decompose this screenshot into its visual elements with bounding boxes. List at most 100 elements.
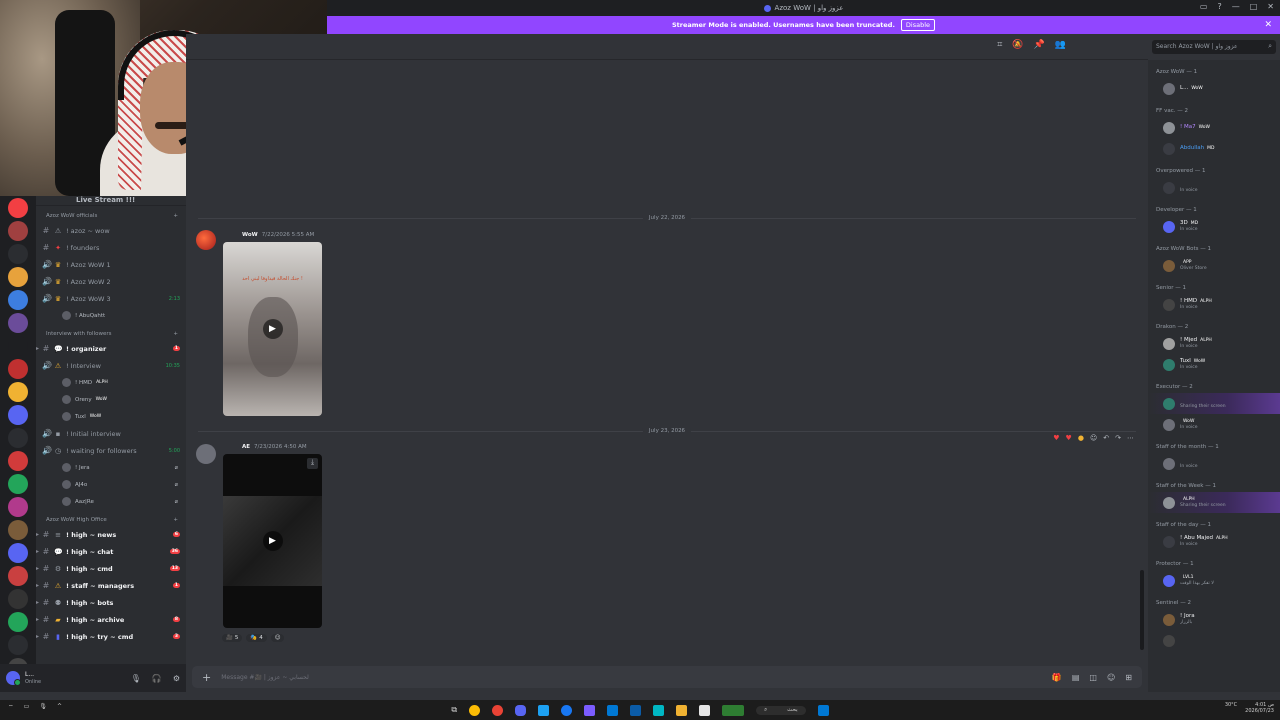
member-item[interactable]: LVL1 لا تفكر بهذا الوقت (1148, 570, 1280, 591)
member-item[interactable]: APP Oliver Store (1148, 255, 1280, 276)
heart-reaction-icon-2[interactable]: ♥ (1066, 434, 1072, 442)
channel-organizer[interactable]: ▸ # 💬! organizer 1 (36, 340, 186, 357)
channel-interview[interactable]: 🔊 ⚠ ! Interview 10:35 (36, 357, 186, 374)
category-interview[interactable]: Interview with followers + (36, 324, 186, 340)
server-icon[interactable] (8, 382, 28, 402)
facebook-icon[interactable] (561, 704, 573, 716)
browser-icon[interactable] (492, 704, 504, 716)
scrollbar-thumb[interactable] (1140, 570, 1144, 650)
channel-high-cmd[interactable]: ▸ # ⚙ ! high ~ cmd 13 (36, 560, 186, 577)
server-icon[interactable] (8, 198, 28, 218)
member-item[interactable]: 3D MD In voice (1148, 216, 1280, 237)
wifi-icon[interactable]: ⌔ (8, 703, 14, 711)
more-icon[interactable]: ⋯ (1127, 434, 1134, 442)
voice-user[interactable]: ! HMD ALPH (36, 374, 186, 391)
app-icon[interactable] (653, 704, 665, 716)
add-channel-icon[interactable]: + (173, 213, 178, 219)
threads-icon[interactable]: ⌗ (997, 40, 1002, 50)
telegram-icon[interactable] (538, 704, 550, 716)
voice-user[interactable]: ! AbuQahtt (36, 307, 186, 324)
channel-azoz-wow-3[interactable]: 🔊 ♛ ! Azoz WoW 3 2:13 (36, 290, 186, 307)
emoji-reaction-icon[interactable]: ● (1078, 434, 1084, 442)
reaction-chip[interactable]: 🎥 5 (222, 634, 243, 642)
message-avatar[interactable] (196, 444, 216, 464)
inbox-icon[interactable]: ▭ (1200, 2, 1208, 11)
mail-icon[interactable] (607, 704, 619, 716)
server-icon[interactable] (8, 612, 28, 632)
play-icon[interactable]: ▶ (262, 319, 283, 339)
add-reaction-button[interactable]: ☺ (270, 634, 285, 642)
gift-icon[interactable]: 🎁 (1052, 673, 1062, 682)
voice-user[interactable]: Tuxl WoW (36, 408, 186, 425)
taskbar-search[interactable]: ⌕ بحث (756, 705, 806, 715)
server-icon[interactable] (8, 428, 28, 448)
add-channel-icon[interactable]: + (173, 517, 178, 523)
search-box[interactable]: Search Azoz WoW | عزوز واو ⌕ (1152, 40, 1276, 54)
server-icon[interactable] (8, 566, 28, 586)
notepad-icon[interactable] (699, 704, 711, 716)
mic-icon[interactable]: 🎙 (39, 703, 47, 711)
maximize-button[interactable]: □ (1250, 2, 1258, 11)
forward-icon[interactable]: ↷ (1115, 434, 1121, 442)
gear-icon[interactable]: ⚙ (173, 674, 180, 683)
member-item[interactable] (1148, 630, 1280, 651)
message-author-tag[interactable]: WoW (242, 232, 258, 238)
member-item[interactable]: WoW In voice (1148, 414, 1280, 435)
server-icon[interactable] (8, 497, 28, 517)
server-icon[interactable] (8, 290, 28, 310)
member-item[interactable]: ! Ma7 WoW (1148, 117, 1280, 138)
member-item[interactable]: ! Abu Majed ALPH In voice (1148, 531, 1280, 552)
close-window-button[interactable]: ✕ (1267, 2, 1274, 11)
category-officials[interactable]: Azoz WoW officials + (36, 206, 186, 222)
video-attachment[interactable]: جنك الحالة فيداوفا لبني احد ! ▶ (223, 242, 322, 416)
member-item[interactable]: In voice (1148, 177, 1280, 198)
voice-user[interactable]: AJ4o ⌀ (36, 476, 186, 493)
microphone-icon[interactable]: 🎙 (131, 674, 141, 683)
add-channel-icon[interactable]: + (173, 331, 178, 337)
server-icon[interactable] (8, 543, 28, 563)
stream-channel-header[interactable]: Live Stream !!! (36, 196, 186, 206)
voice-user[interactable]: ! Jera ⌀ (36, 459, 186, 476)
video-attachment[interactable]: ⤓ ▶ (223, 454, 322, 628)
edge-icon[interactable] (630, 704, 642, 716)
message-avatar[interactable] (196, 230, 216, 250)
reaction-chip[interactable]: 🎭 4 (246, 634, 267, 642)
play-icon[interactable]: ▶ (262, 531, 283, 551)
channel-high-news[interactable]: ▸ # ≡ ! high ~ news 6 (36, 526, 186, 543)
server-icon[interactable] (8, 221, 28, 241)
channel-azoz-wow[interactable]: # ⚠ ! azoz ~ wow (36, 222, 186, 239)
apps-icon[interactable]: ⊞ (1125, 673, 1132, 682)
member-item[interactable]: L... WoW (1148, 78, 1280, 99)
server-icon[interactable] (8, 267, 28, 287)
server-icon[interactable] (8, 336, 28, 356)
channel-high-try-cmd[interactable]: ▸ # ▮ ! high ~ try ~ cmd 3 (36, 628, 186, 645)
channel-high-chat[interactable]: ▸ # 💬! high ~ chat 36 (36, 543, 186, 560)
disable-streamer-mode-button[interactable]: Disable (900, 19, 936, 31)
pin-icon[interactable]: 📌 (1034, 40, 1045, 50)
member-item[interactable]: Tuxl WoW In voice (1148, 354, 1280, 375)
server-icon[interactable] (8, 635, 28, 655)
teams-icon[interactable] (584, 704, 596, 716)
server-icon[interactable] (8, 589, 28, 609)
member-item[interactable]: Abdullah MD (1148, 138, 1280, 159)
task-view-icon[interactable]: ⧉ (451, 705, 457, 715)
channel-azoz-wow-2[interactable]: 🔊 ♛ ! Azoz WoW 2 (36, 273, 186, 290)
game-icon[interactable] (722, 704, 745, 716)
server-icon[interactable] (8, 405, 28, 425)
sticker-icon[interactable]: ◫ (1089, 673, 1097, 682)
help-icon[interactable]: ? (1217, 2, 1221, 11)
server-icon[interactable] (8, 451, 28, 471)
chrome-icon[interactable] (469, 704, 481, 716)
message-author-tag[interactable]: AE (242, 444, 250, 450)
server-icon[interactable] (8, 359, 28, 379)
channel-waiting[interactable]: 🔊 ◷ ! waiting for followers 5:00 (36, 442, 186, 459)
member-item[interactable]: ! Jora بالزرار (1148, 609, 1280, 630)
banner-close-icon[interactable]: ✕ (1264, 20, 1272, 30)
windows-start-icon[interactable] (817, 704, 829, 716)
member-item[interactable]: ! HMD ALPH In voice (1148, 294, 1280, 315)
reply-icon[interactable]: ↶ (1103, 434, 1109, 442)
channel-azoz-wow-1[interactable]: 🔊 ♛ ! Azoz WoW 1 (36, 256, 186, 273)
member-list-icon[interactable]: 👥 (1055, 40, 1066, 50)
voice-user[interactable]: Oreny WoW (36, 391, 186, 408)
member-item[interactable]: ! Mjed ALPH In voice (1148, 333, 1280, 354)
